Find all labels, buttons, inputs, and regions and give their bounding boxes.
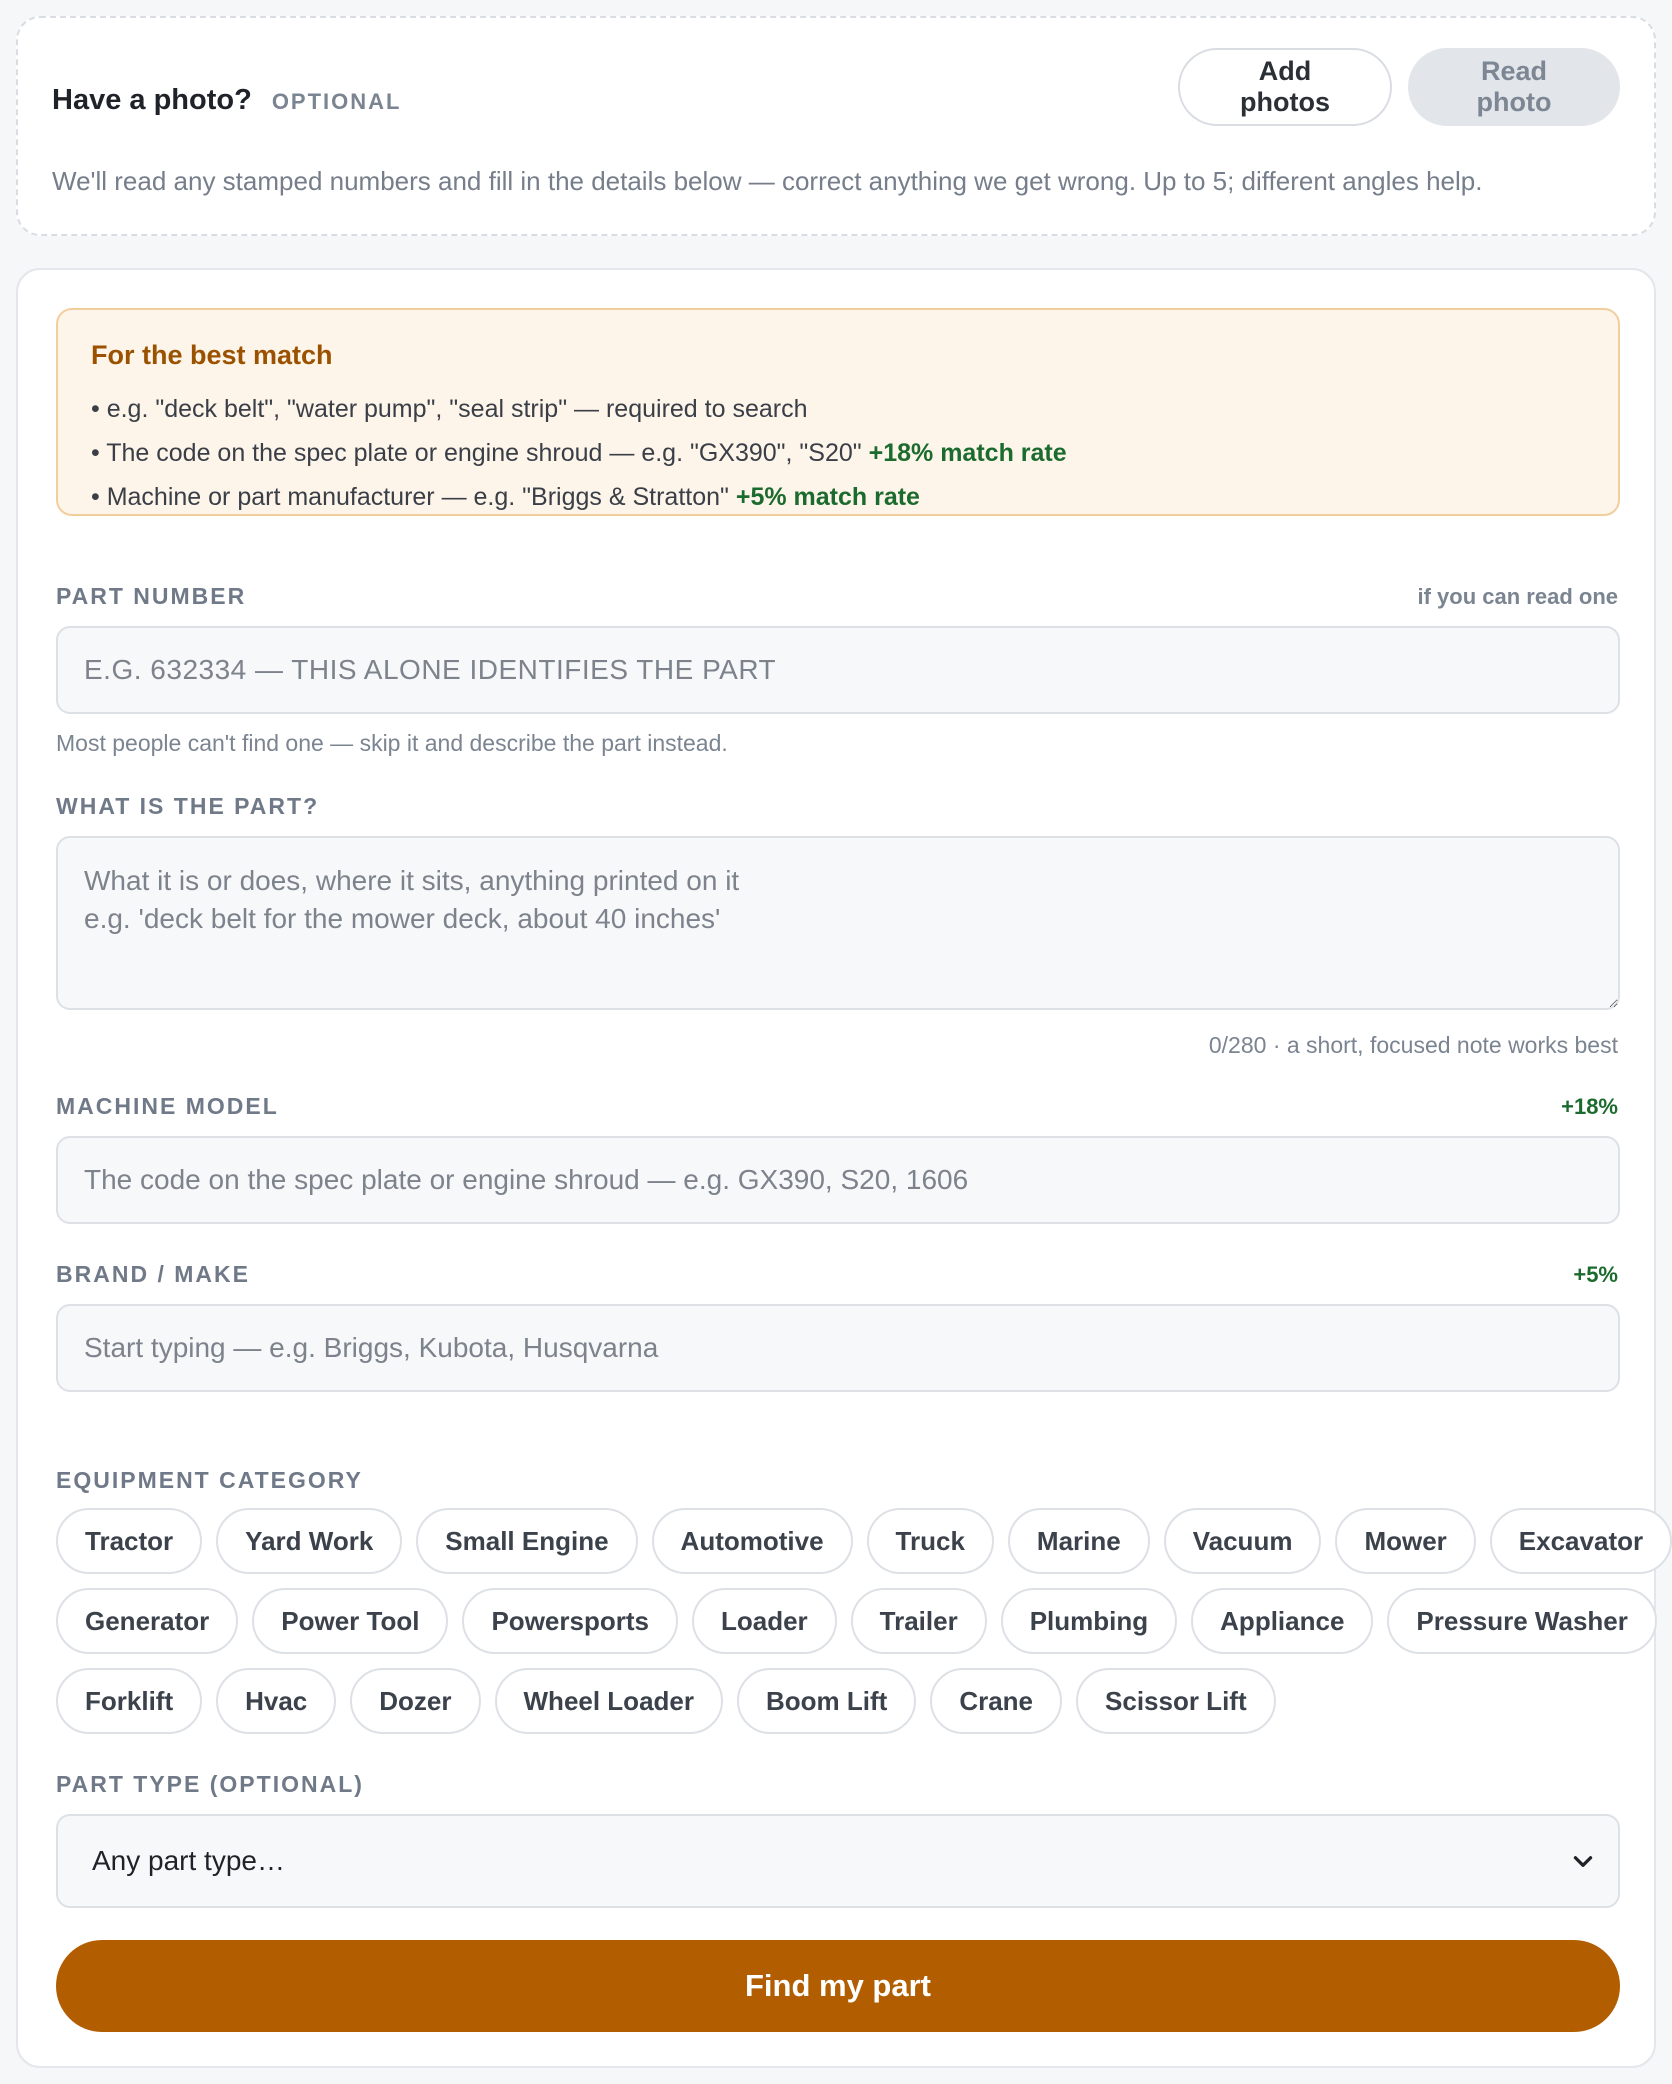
category-chip-dozer[interactable]: Dozer xyxy=(350,1668,481,1734)
category-chip-powersports[interactable]: Powersports xyxy=(462,1588,678,1654)
machine-model-label: MACHINE MODEL xyxy=(56,1093,279,1119)
character-counter: 0/280 · a short, focused note works best xyxy=(1208,1032,1618,1058)
part-number-label: PART NUMBER xyxy=(56,583,247,609)
tip-gain: +18% match rate xyxy=(868,439,1067,467)
brand-gain: +5% xyxy=(1573,1262,1618,1287)
optional-tag: OPTIONAL xyxy=(271,89,402,114)
category-chip-pressure-washer[interactable]: Pressure Washer xyxy=(1387,1588,1657,1654)
category-chip-boom-lift[interactable]: Boom Lift xyxy=(737,1668,917,1734)
tip-item: • The code on the spec plate or engine s… xyxy=(91,431,1585,475)
chip-row: Forklift Hvac Dozer Wheel Loader Boom Lift Cr… xyxy=(56,1668,1620,1734)
category-chip-tractor[interactable]: Tractor xyxy=(56,1508,203,1574)
category-chip-power-tool[interactable]: Power Tool xyxy=(252,1588,449,1654)
equipment-category-label: EQUIPMENT CATEGORY xyxy=(56,1467,363,1493)
part-number-helper: Most people can't find one — skip it and… xyxy=(56,730,728,756)
photo-upload-card: Have a photo? OPTIONAL Add photos Read p… xyxy=(16,16,1656,236)
part-description-textarea[interactable] xyxy=(56,836,1620,1010)
photo-title: Have a photo? xyxy=(52,84,252,116)
photo-actions: Add photos Read photo xyxy=(1178,48,1620,126)
tip-item: • e.g. "deck belt", "water pump", "seal … xyxy=(91,387,1585,431)
find-my-part-button[interactable]: Find my part xyxy=(56,1940,1620,2032)
category-chip-hvac[interactable]: Hvac xyxy=(216,1668,337,1734)
chip-row: Generator Power Tool Powersports Loader Trai… xyxy=(56,1588,1657,1654)
part-description-label: WHAT IS THE PART? xyxy=(56,793,320,819)
category-chip-scissor-lift[interactable]: Scissor Lift xyxy=(1076,1668,1276,1734)
category-chip-plumbing[interactable]: Plumbing xyxy=(1000,1588,1178,1654)
best-match-tips: For the best match • e.g. "deck belt", "… xyxy=(56,308,1620,516)
add-photos-button[interactable]: Add photos xyxy=(1178,48,1392,126)
category-chip-vacuum[interactable]: Vacuum xyxy=(1163,1508,1322,1574)
brand-input[interactable] xyxy=(56,1304,1620,1392)
equipment-category-chips: Tractor Yard Work Small Engine Automotive Tr… xyxy=(56,1508,1672,1748)
category-chip-forklift[interactable]: Forklift xyxy=(56,1668,203,1734)
part-number-input[interactable] xyxy=(56,626,1620,714)
read-photo-button[interactable]: Read photo xyxy=(1408,48,1620,126)
part-type-select[interactable]: Any part type… xyxy=(56,1814,1620,1908)
category-chip-trailer[interactable]: Trailer xyxy=(850,1588,987,1654)
tip-item: • Machine or part manufacturer — e.g. "B… xyxy=(91,475,1585,519)
category-chip-yard-work[interactable]: Yard Work xyxy=(216,1508,403,1574)
tip-gain: +5% match rate xyxy=(735,483,920,511)
category-chip-automotive[interactable]: Automotive xyxy=(651,1508,853,1574)
tips-title: For the best match xyxy=(91,340,333,370)
photo-header: Have a photo? OPTIONAL xyxy=(52,84,401,117)
category-chip-small-engine[interactable]: Small Engine xyxy=(416,1508,638,1574)
part-search-form: For the best match • e.g. "deck belt", "… xyxy=(16,268,1672,2068)
category-chip-generator[interactable]: Generator xyxy=(56,1588,239,1654)
tip-text: • Machine or part manufacturer — e.g. "B… xyxy=(91,483,729,511)
category-chip-wheel-loader[interactable]: Wheel Loader xyxy=(494,1668,723,1734)
machine-model-gain: +18% xyxy=(1561,1094,1618,1119)
tip-text: • The code on the spec plate or engine s… xyxy=(91,439,862,467)
machine-model-input[interactable] xyxy=(56,1136,1620,1224)
category-chip-loader[interactable]: Loader xyxy=(691,1588,837,1654)
part-type-label: PART TYPE (OPTIONAL) xyxy=(56,1771,364,1797)
part-number-aside: if you can read one xyxy=(1417,584,1619,609)
chip-row: Tractor Yard Work Small Engine Automotive Tr… xyxy=(56,1508,1672,1574)
category-chip-marine[interactable]: Marine xyxy=(1007,1508,1150,1574)
category-chip-excavator[interactable]: Excavator xyxy=(1489,1508,1672,1574)
tip-text: • e.g. "deck belt", "water pump", "seal … xyxy=(91,395,808,423)
part-type-selected: Any part type… xyxy=(92,1845,285,1876)
category-chip-appliance[interactable]: Appliance xyxy=(1191,1588,1374,1654)
category-chip-crane[interactable]: Crane xyxy=(930,1668,1063,1734)
photo-description: We'll read any stamped numbers and fill … xyxy=(52,166,1483,196)
category-chip-mower[interactable]: Mower xyxy=(1335,1508,1476,1574)
brand-label: BRAND / MAKE xyxy=(56,1261,250,1287)
chevron-down-icon xyxy=(1573,1856,1593,1867)
category-chip-truck[interactable]: Truck xyxy=(866,1508,994,1574)
